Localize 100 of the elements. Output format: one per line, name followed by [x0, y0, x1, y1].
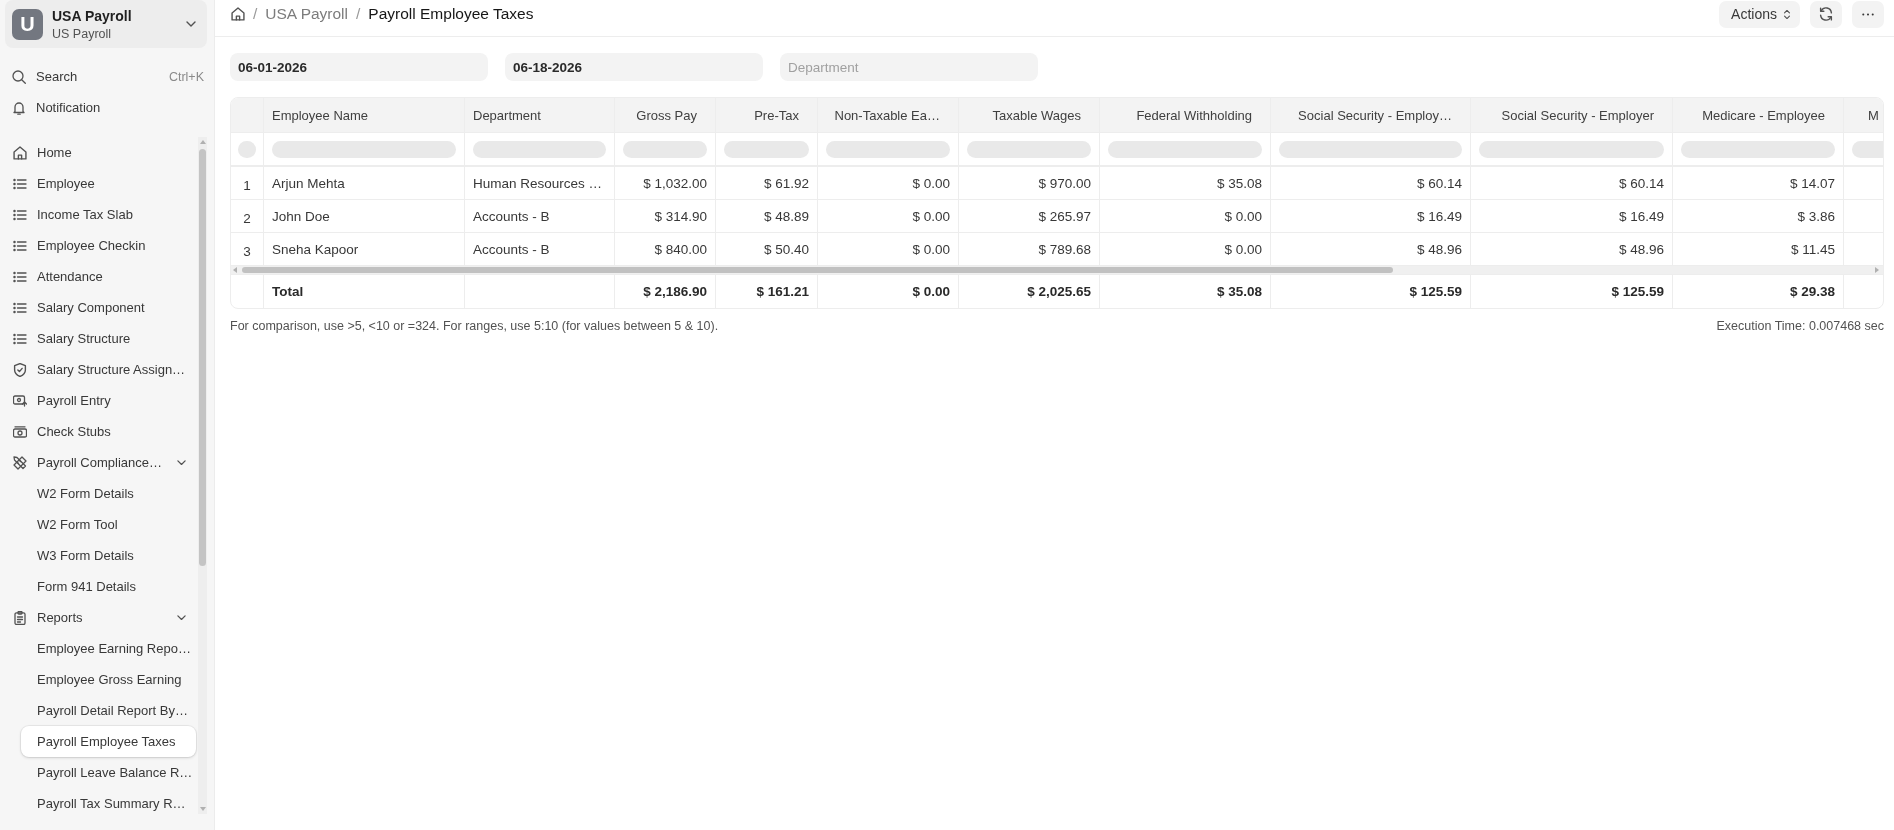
total-cell: $ 29.38	[1673, 275, 1844, 308]
sidebar-item[interactable]: Income Tax Slab	[5, 199, 196, 230]
keyboard-shortcut: Ctrl+K	[168, 69, 204, 84]
sidebar-item[interactable]: Check Stubs	[5, 416, 196, 447]
filter-hint: For comparison, use >5, <10 or =324. For ranges, use 5:10 (for values between 5 & 10).	[230, 319, 719, 333]
chevron-down-icon[interactable]	[177, 459, 186, 466]
column-header[interactable]: Department	[465, 98, 615, 132]
sidebar-item[interactable]: Salary Structure Assign…	[5, 354, 196, 385]
sidebar-item[interactable]: Payroll Leave Balance R…	[21, 757, 196, 788]
table-cell: $ 1,032.00	[615, 167, 716, 199]
triangle-up-icon[interactable]	[199, 140, 206, 144]
table-cell: Accounts - B	[465, 200, 615, 232]
sidebar-item[interactable]: Payroll Compliance…	[5, 447, 196, 478]
sidebar-item[interactable]: Reports	[5, 602, 196, 633]
table-cell: $ 3.86	[1673, 200, 1844, 232]
more-button[interactable]	[1852, 0, 1884, 28]
row-number: 2	[231, 200, 264, 232]
column-header[interactable]: M	[1844, 98, 1883, 132]
column-header[interactable]: Employee Name	[264, 98, 465, 132]
table-cell: $ 11.45	[1673, 233, 1844, 265]
table-cell: Sneha Kapoor	[264, 233, 465, 265]
sidebar-item[interactable]: Salary Component	[5, 292, 196, 323]
clipboard-icon	[13, 610, 27, 625]
total-cell: $ 2,186.90	[615, 275, 716, 308]
breadcrumb-link[interactable]: USA Payroll	[265, 5, 348, 23]
total-cell: $ 125.59	[1271, 275, 1471, 308]
table-cell: $ 0.00	[1100, 200, 1271, 232]
sidebar-item[interactable]: Payroll Entry	[5, 385, 196, 416]
sidebar-item[interactable]: Employee Gross Earning	[21, 664, 196, 695]
sidebar-item[interactable]: Form 941 Details	[21, 571, 196, 602]
sidebar-item[interactable]: Payroll Employee Taxes	[21, 726, 196, 757]
table-cell: $ 16.49	[1271, 200, 1471, 232]
breadcrumb-separator: /	[356, 5, 361, 23]
list-icon	[13, 300, 27, 315]
scrollbar-thumb[interactable]	[242, 267, 1393, 273]
scrollbar-track[interactable]	[231, 266, 1883, 274]
column-header[interactable]: Federal Withholding	[1100, 98, 1271, 132]
table-cell: $ 970.00	[959, 167, 1100, 199]
triangle-left-icon[interactable]	[233, 267, 237, 273]
table-cell: $ 16.49	[1471, 200, 1673, 232]
scrollbar-track[interactable]	[198, 137, 207, 814]
column-header[interactable]: Gross Pay	[615, 98, 716, 132]
sidebar-item[interactable]: Employee Earning Repo…	[21, 633, 196, 664]
search-icon	[12, 69, 26, 84]
page-title: Payroll Employee Taxes	[368, 5, 534, 23]
column-header[interactable]: Social Security - Employer	[1471, 98, 1673, 132]
table-cell: $ 0.00	[818, 200, 959, 232]
triangle-down-icon[interactable]	[199, 807, 206, 811]
sidebar-item[interactable]: W2 Form Tool	[21, 509, 196, 540]
actions-button[interactable]: Actions	[1719, 0, 1800, 28]
home-icon	[13, 145, 27, 160]
sidebar-item[interactable]: Attendance	[5, 261, 196, 292]
table-cell: $ 60.14	[1471, 167, 1673, 199]
column-header[interactable]: Taxable Wages	[959, 98, 1100, 132]
sidebar-item[interactable]: W3 Form Details	[21, 540, 196, 571]
sidebar-item[interactable]: Home	[5, 137, 196, 168]
total-cell: $ 161.21	[716, 275, 818, 308]
table-cell: $ 265.97	[959, 200, 1100, 232]
table-cell: Human Resources …	[465, 167, 615, 199]
sidebar-item[interactable]: Employee Checkin	[5, 230, 196, 261]
sidebar-item[interactable]: W2 Form Details	[21, 478, 196, 509]
sidebar-item[interactable]: Salary Structure	[5, 323, 196, 354]
workspace-switcher[interactable]: U USA Payroll US Payroll	[5, 0, 207, 48]
breadcrumb-separator: /	[253, 5, 258, 23]
table-cell: $ 314.90	[615, 200, 716, 232]
workspace-avatar: U	[12, 8, 43, 40]
banknote-icon	[13, 424, 27, 439]
table-cell: $ 60.14	[1271, 167, 1471, 199]
sidebar-item[interactable]: Employee	[5, 168, 196, 199]
search-button[interactable]: Search	[12, 69, 78, 84]
workspace-title: USA Payroll	[52, 7, 133, 24]
home-icon[interactable]	[231, 7, 245, 21]
column-header[interactable]: Pre-Tax	[716, 98, 818, 132]
sidebar-item[interactable]: Payroll Detail Report By…	[21, 695, 196, 726]
filter-field[interactable]: 06-01-2026	[230, 53, 488, 81]
refresh-button[interactable]	[1810, 0, 1842, 28]
total-cell: $ 35.08	[1100, 275, 1271, 308]
column-header[interactable]: Social Security - Employ…	[1271, 98, 1471, 132]
scrollbar-thumb[interactable]	[199, 149, 206, 566]
table-cell: $ 48.96	[1271, 233, 1471, 265]
chevron-down-icon[interactable]	[177, 614, 186, 621]
filter-field[interactable]: Department	[780, 53, 1038, 81]
notification-button[interactable]: Notification	[12, 100, 101, 115]
refresh-icon	[1819, 7, 1833, 21]
more-icon	[1862, 12, 1874, 16]
column-header[interactable]: Non-Taxable Ea…	[818, 98, 959, 132]
filter-field[interactable]: 06-18-2026	[505, 53, 763, 81]
list-icon	[13, 238, 27, 253]
table-cell: $ 789.68	[959, 233, 1100, 265]
table-cell: $ 0.00	[818, 167, 959, 199]
table-cell: $ 14.07	[1673, 167, 1844, 199]
card-icon	[13, 393, 27, 408]
table-cell: $ 35.08	[1100, 167, 1271, 199]
table-cell: $ 48.89	[716, 200, 818, 232]
sidebar-item[interactable]: Payroll Tax Summary R…	[21, 788, 196, 814]
triangle-right-icon[interactable]	[1875, 267, 1879, 273]
pencil-ruler-icon	[13, 455, 27, 470]
total-label: Total	[264, 275, 465, 308]
row-number: 3	[231, 233, 264, 265]
column-header[interactable]: Medicare - Employee	[1673, 98, 1844, 132]
